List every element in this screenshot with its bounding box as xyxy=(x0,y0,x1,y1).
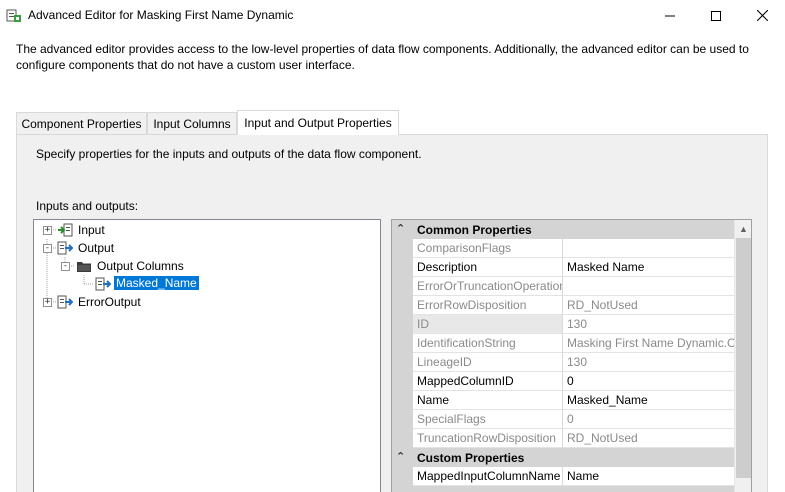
folder-icon xyxy=(77,262,91,272)
property-value[interactable]: Masking First Name Dynamic.O xyxy=(563,334,734,353)
tree-item-label: Output xyxy=(78,241,115,255)
property-grid[interactable]: ⌃ Common Properties ComparisonFlags Desc… xyxy=(391,219,752,492)
property-name: Description xyxy=(413,258,563,277)
property-name: MappedInputColumnName xyxy=(413,467,563,486)
category-partial-row[interactable] xyxy=(392,486,734,492)
tree-item-input[interactable]: + Input xyxy=(34,221,380,239)
scroll-up-arrow-icon[interactable]: ▲ xyxy=(735,220,751,237)
property-name: LineageID xyxy=(413,353,563,372)
property-value[interactable]: 130 xyxy=(563,315,734,334)
property-name: MappedColumnID xyxy=(413,372,563,391)
property-name: ErrorRowDisposition xyxy=(413,296,563,315)
close-icon xyxy=(756,10,768,21)
property-row[interactable]: ErrorRowDisposition RD_NotUsed xyxy=(392,296,734,315)
maximize-button[interactable] xyxy=(693,0,739,31)
tree-item-output[interactable]: - Output xyxy=(34,239,380,257)
output-icon xyxy=(57,241,73,255)
property-row[interactable]: SpecialFlags 0 xyxy=(392,410,734,429)
chevron-up-icon[interactable]: ⌃ xyxy=(396,450,405,463)
tree-item-error-output[interactable]: + ErrorOutput xyxy=(34,293,380,311)
property-name: IdentificationString xyxy=(413,334,563,353)
expand-icon[interactable]: + xyxy=(43,298,52,307)
property-row[interactable]: TruncationRowDisposition RD_NotUsed xyxy=(392,429,734,448)
property-row[interactable]: ID 130 xyxy=(392,315,734,334)
collapse-icon[interactable]: - xyxy=(43,244,52,253)
property-value[interactable]: Masked Name xyxy=(563,258,734,277)
title-bar[interactable]: Advanced Editor for Masking First Name D… xyxy=(0,0,785,31)
inputs-outputs-tree[interactable]: + Input - Output - Output Columns Masked… xyxy=(33,219,381,492)
error-output-icon xyxy=(57,295,73,309)
tree-item-label: Input xyxy=(78,223,105,237)
property-row[interactable]: Name Masked_Name xyxy=(392,391,734,410)
tree-item-label: ErrorOutput xyxy=(78,295,141,309)
minimize-icon xyxy=(665,15,675,16)
tab-input-columns[interactable]: Input Columns xyxy=(147,112,237,135)
output-column-icon xyxy=(95,277,111,291)
property-row[interactable]: ErrorOrTruncationOperation xyxy=(392,277,734,296)
close-button[interactable] xyxy=(739,0,785,31)
tree-item-label: Output Columns xyxy=(97,259,184,273)
property-name: SpecialFlags xyxy=(413,410,563,429)
property-value[interactable] xyxy=(563,277,734,296)
property-value[interactable]: 0 xyxy=(563,410,734,429)
property-name: TruncationRowDisposition xyxy=(413,429,563,448)
property-value[interactable]: Masked_Name xyxy=(563,391,734,410)
property-row[interactable]: IdentificationString Masking First Name … xyxy=(392,334,734,353)
property-name: Name xyxy=(413,391,563,410)
input-icon xyxy=(58,223,73,237)
panel-description: Specify properties for the inputs and ou… xyxy=(36,147,422,161)
tree-item-output-columns[interactable]: - Output Columns xyxy=(34,257,380,275)
minimize-button[interactable] xyxy=(647,0,693,31)
inputs-outputs-label: Inputs and outputs: xyxy=(36,199,139,213)
property-row[interactable]: Description Masked Name xyxy=(392,258,734,277)
window-title: Advanced Editor for Masking First Name D… xyxy=(28,8,294,22)
property-row[interactable]: LineageID 130 xyxy=(392,353,734,372)
property-value[interactable]: RD_NotUsed xyxy=(563,429,734,448)
property-value[interactable]: Name xyxy=(563,467,734,486)
editor-description: The advanced editor provides access to t… xyxy=(16,42,749,72)
vertical-scrollbar[interactable]: ▲ xyxy=(734,220,751,492)
property-name: ComparisonFlags xyxy=(413,239,563,258)
tree-item-label: Masked_Name xyxy=(114,276,199,290)
property-name: ID xyxy=(413,315,563,334)
property-row[interactable]: ComparisonFlags xyxy=(392,239,734,258)
property-row[interactable]: MappedColumnID 0 xyxy=(392,372,734,391)
tree-item-masked-name[interactable]: Masked_Name xyxy=(34,275,380,293)
tab-input-output-properties[interactable]: Input and Output Properties xyxy=(237,110,399,135)
chevron-up-icon[interactable]: ⌃ xyxy=(396,222,405,235)
scrollbar-thumb[interactable] xyxy=(736,238,751,478)
property-value[interactable]: 0 xyxy=(563,372,734,391)
maximize-icon xyxy=(711,10,721,21)
property-value[interactable]: 130 xyxy=(563,353,734,372)
ssis-editor-icon xyxy=(6,9,21,22)
tab-component-properties[interactable]: Component Properties xyxy=(16,112,147,135)
category-custom-properties[interactable]: ⌃ Custom Properties xyxy=(392,448,734,467)
category-common-properties[interactable]: ⌃ Common Properties xyxy=(392,220,734,239)
property-name: ErrorOrTruncationOperation xyxy=(413,277,563,296)
expand-icon[interactable]: + xyxy=(43,226,52,235)
property-value[interactable]: RD_NotUsed xyxy=(563,296,734,315)
property-value[interactable] xyxy=(563,239,734,258)
collapse-icon[interactable]: - xyxy=(61,262,70,271)
property-row[interactable]: MappedInputColumnName Name xyxy=(392,467,734,486)
